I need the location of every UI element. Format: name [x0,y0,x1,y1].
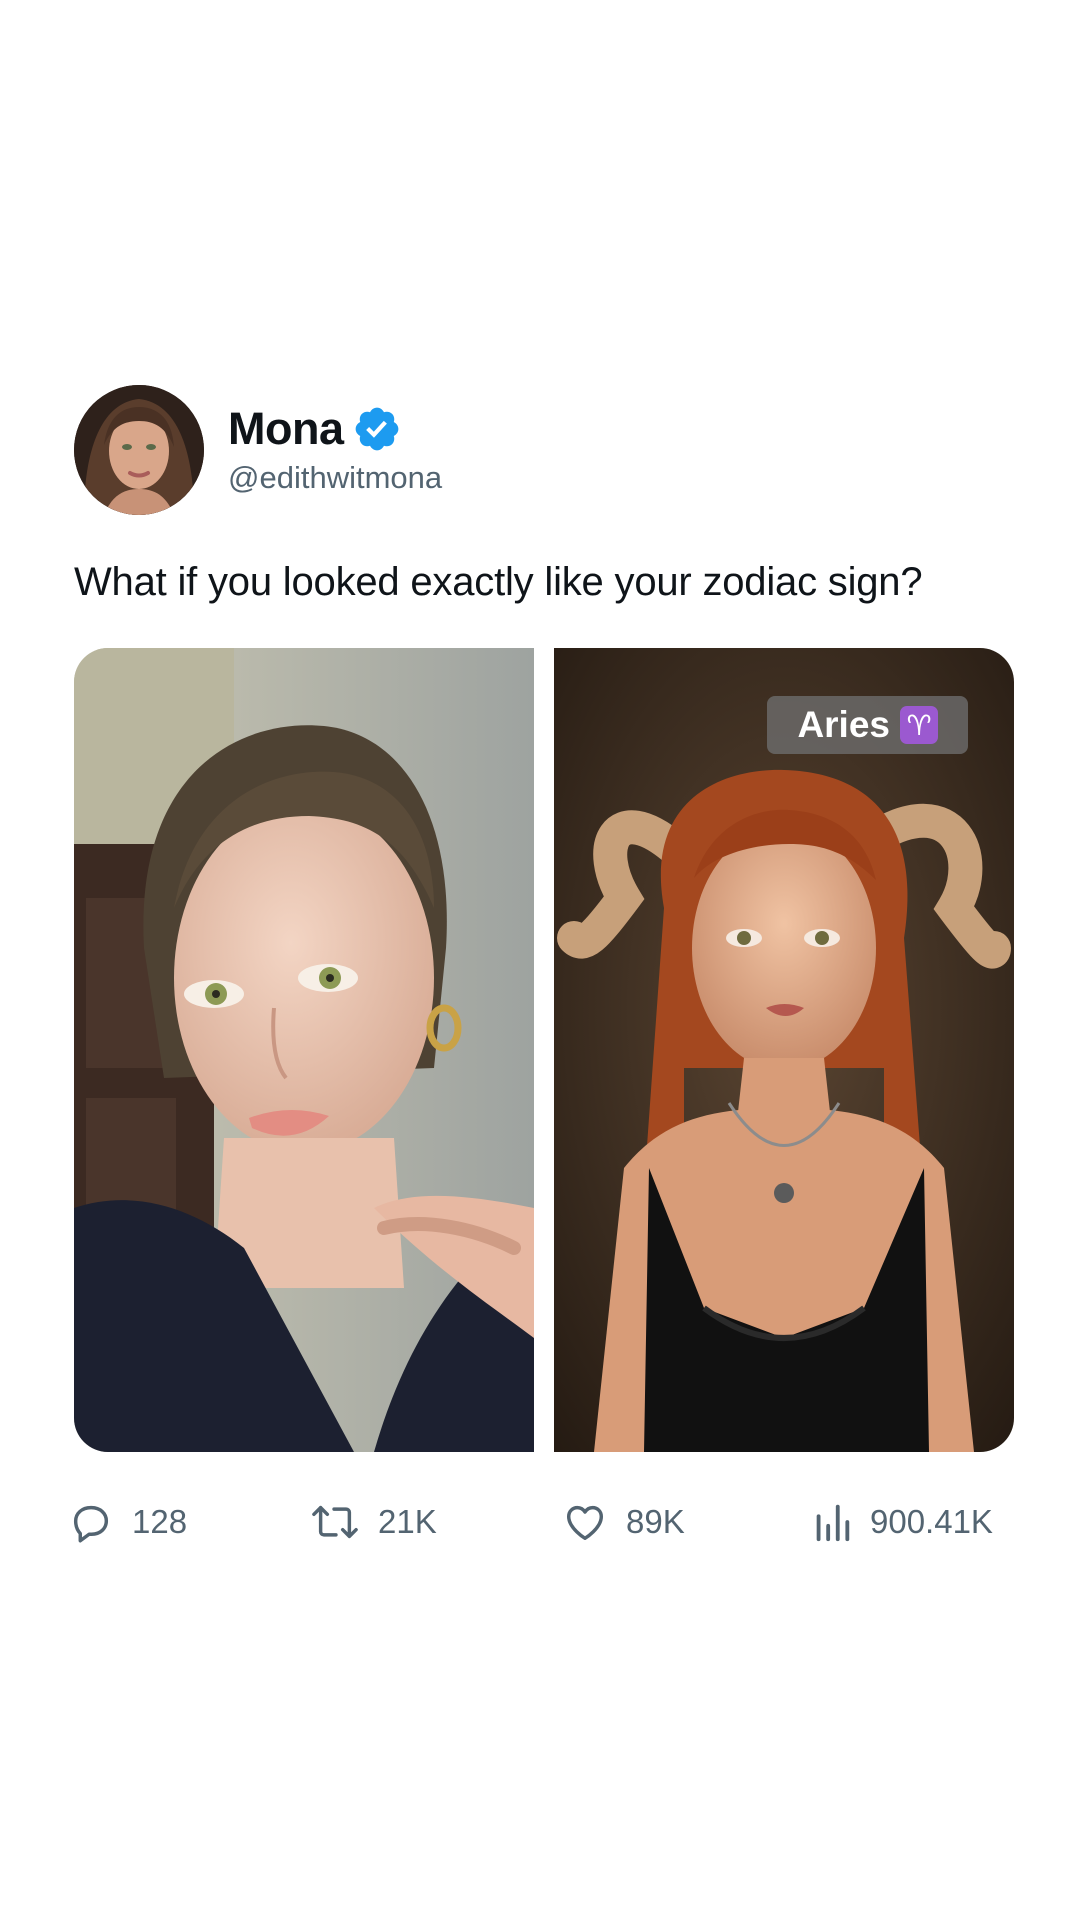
reply-count: 128 [132,1503,188,1540]
media-image-right[interactable]: Aries ♈ [554,648,1014,1452]
repost-icon [312,1505,358,1539]
verified-badge-icon [355,407,398,451]
like-count: 89K [626,1503,685,1540]
tweet-text: What if you looked exactly like your zod… [74,560,923,604]
author-names: Mona @edithwitmona [228,402,442,498]
tweet-card[interactable]: Mona @edithwitmona What if you looked ex… [73,384,1014,1543]
avatar[interactable] [74,385,204,515]
reply-icon [73,1505,109,1543]
aries-portrait-image [554,648,1014,1452]
aries-sign-icon: ♈ [900,706,938,744]
views-count: 900.41K [870,1503,993,1540]
like-button[interactable]: 89K [562,1494,685,1550]
reply-button[interactable]: 128 [68,1494,187,1550]
repost-count: 21K [378,1503,437,1540]
selfie-portrait-image [74,648,534,1452]
repost-button[interactable]: 21K [310,1494,437,1550]
action-bar: 128 21K 89K 900.41K [73,1494,1014,1550]
views-chart-icon [816,1504,850,1542]
heart-icon [566,1505,604,1541]
views-button[interactable]: 900.41K [812,1494,993,1550]
display-name[interactable]: Mona [228,402,344,456]
author-handle[interactable]: @edithwitmona [228,458,442,498]
media-grid: Aries ♈ [74,648,1014,1452]
zodiac-badge: Aries ♈ [767,696,968,754]
media-image-left[interactable] [74,648,534,1452]
name-row: Mona [228,402,442,456]
tweet-header: Mona @edithwitmona [74,384,1014,516]
zodiac-label: Aries [797,704,890,745]
